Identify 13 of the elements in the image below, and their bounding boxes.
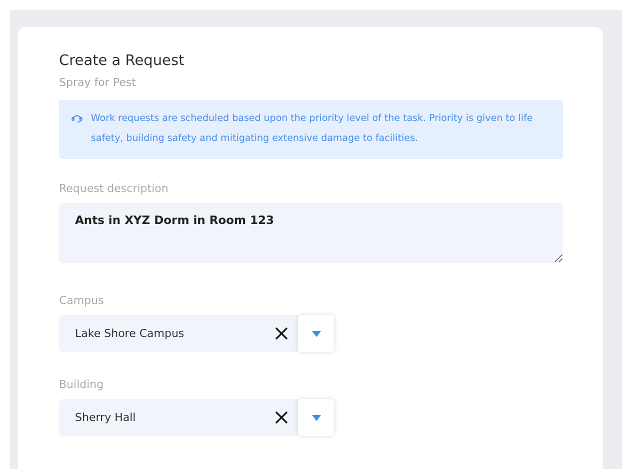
select-field[interactable]: Lake Shore Campus <box>59 315 298 352</box>
close-icon[interactable] <box>275 327 288 340</box>
notice-text: Work requests are scheduled based upon the priority level of the task. Priority is given to life safety, building safety and mitigating extensive damage to facilities. <box>90 112 534 146</box>
description-field[interactable]: Ants in XYZ Dorm in Room 123 <box>59 203 563 263</box>
caret-icon <box>312 330 320 336</box>
caret-icon <box>312 414 320 420</box>
field-label: Building <box>59 378 105 392</box>
page-title: Create a Request <box>59 52 186 71</box>
field-label: Campus <box>59 294 105 308</box>
close-icon[interactable] <box>275 411 288 424</box>
select-field[interactable]: Sherry Hall <box>59 399 298 436</box>
page-subtitle: Spray for Pest <box>59 76 137 90</box>
field-label: Request description <box>59 182 170 196</box>
